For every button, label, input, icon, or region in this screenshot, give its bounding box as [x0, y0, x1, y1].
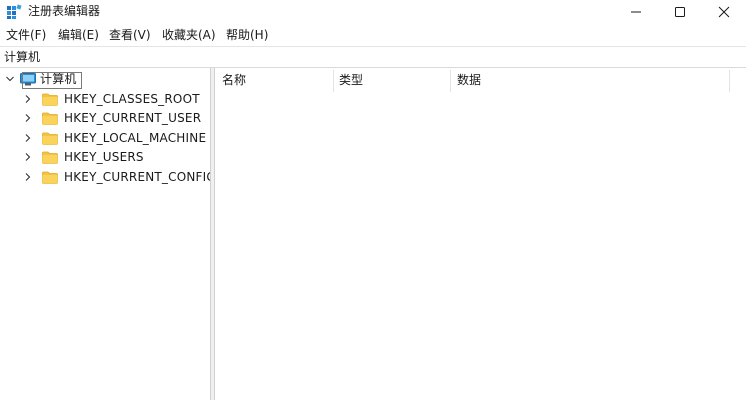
close-button[interactable] [702, 0, 746, 24]
column-divider[interactable] [333, 70, 334, 92]
folder-icon [42, 112, 58, 125]
tree-node-computer[interactable]: 计算机 [4, 69, 82, 89]
chevron-down-icon[interactable] [4, 73, 16, 85]
menu-help[interactable]: 帮助(H) [226, 27, 268, 43]
chevron-right-icon[interactable] [22, 132, 34, 144]
window-title: 注册表编辑器 [28, 4, 101, 18]
tree-node-label: HKEY_CURRENT_CONFIG [64, 170, 216, 184]
menu-favorites[interactable]: 收藏夹(A) [162, 27, 216, 43]
title-bar: 注册表编辑器 [0, 0, 746, 24]
tree-node-hku[interactable]: HKEY_USERS [22, 147, 144, 167]
column-divider[interactable] [450, 70, 451, 92]
folder-icon [42, 132, 58, 145]
maximize-button[interactable] [658, 0, 702, 24]
column-header-data[interactable]: 数据 [457, 68, 481, 92]
chevron-right-icon[interactable] [22, 93, 34, 105]
maximize-icon [675, 7, 685, 17]
address-bar[interactable]: 计算机 [0, 46, 746, 68]
folder-icon [42, 151, 58, 164]
menu-edit[interactable]: 编辑(E) [58, 27, 99, 43]
values-list-pane[interactable]: 名称 类型 数据 [215, 68, 746, 400]
tree-node-hklm[interactable]: HKEY_LOCAL_MACHINE [22, 128, 206, 148]
menu-view[interactable]: 查看(V) [109, 27, 151, 43]
tree-node-hkcu[interactable]: HKEY_CURRENT_USER [22, 108, 201, 128]
column-header-type[interactable]: 类型 [339, 68, 363, 92]
selection-outline [22, 72, 82, 89]
tree-node-hkcr[interactable]: HKEY_CLASSES_ROOT [22, 89, 200, 109]
column-header-name[interactable]: 名称 [222, 68, 246, 92]
menu-bar: 文件(F) 编辑(E) 查看(V) 收藏夹(A) 帮助(H) [0, 26, 746, 44]
folder-icon [42, 171, 58, 184]
folder-icon [42, 93, 58, 106]
tree-node-label: HKEY_CURRENT_USER [64, 111, 202, 125]
tree-node-label: HKEY_LOCAL_MACHINE [64, 131, 207, 145]
tree-node-label: HKEY_CLASSES_ROOT [64, 92, 200, 106]
tree-node-hkcc[interactable]: HKEY_CURRENT_CONFIG [22, 167, 216, 187]
menu-file[interactable]: 文件(F) [6, 27, 46, 43]
chevron-right-icon[interactable] [22, 112, 34, 124]
tree-node-label: HKEY_USERS [64, 150, 144, 164]
chevron-right-icon[interactable] [22, 151, 34, 163]
address-path[interactable]: 计算机 [4, 49, 40, 65]
key-tree-pane[interactable]: 计算机 HKEY_CLASSES_ROOT HKEY_CURRENT_USER … [0, 68, 216, 400]
chevron-right-icon[interactable] [22, 171, 34, 183]
column-divider[interactable] [729, 70, 730, 92]
registry-editor-app-icon [7, 4, 22, 19]
minimize-button[interactable] [614, 0, 658, 24]
minimize-icon [631, 11, 641, 13]
close-icon [718, 6, 730, 18]
